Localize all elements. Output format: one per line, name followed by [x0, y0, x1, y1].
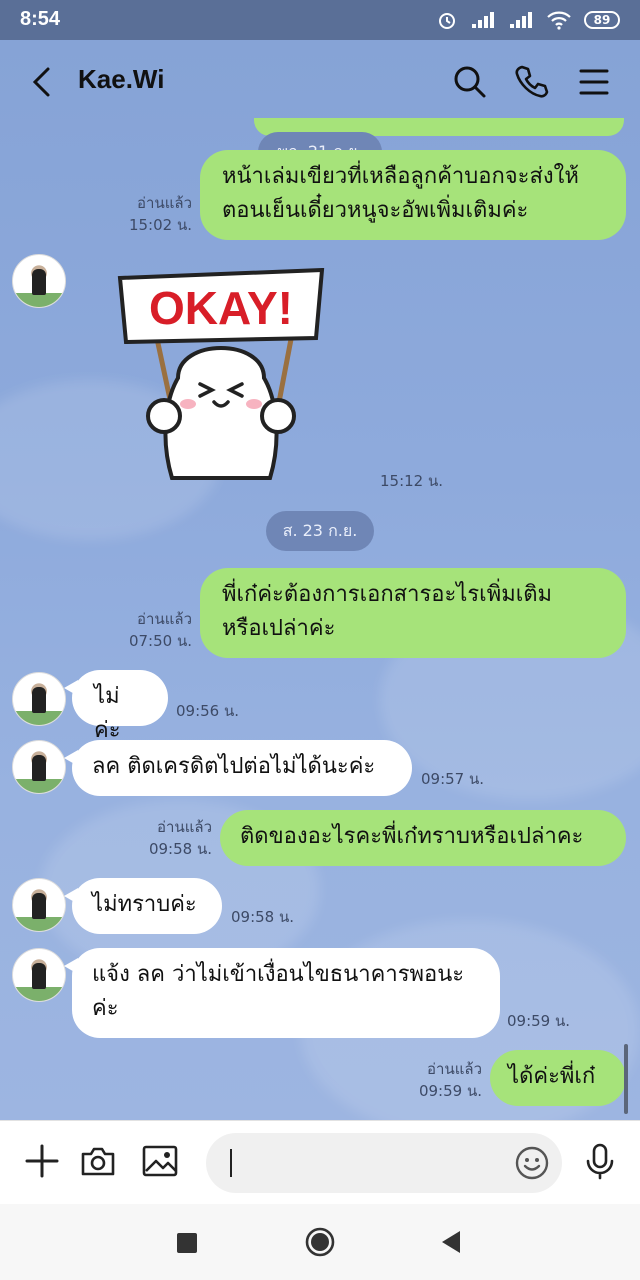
- message-line: หน้าเล่มเขียวที่เหลือลูกค้าบอกจะส่งให้: [222, 164, 579, 189]
- message-time: 09:57 น.: [421, 770, 485, 788]
- back-icon[interactable]: [30, 66, 54, 98]
- message-text: ไม่ค่ะ: [94, 684, 121, 743]
- avatar[interactable]: [12, 672, 66, 726]
- battery-indicator: 89: [584, 11, 620, 29]
- scrollbar[interactable]: [624, 1044, 628, 1114]
- wifi-icon: [547, 11, 571, 30]
- message-text: ได้ค่ะพี่เก๋: [508, 1064, 596, 1089]
- back-nav-icon[interactable]: [440, 1230, 462, 1254]
- message-bubble-sent[interactable]: หน้าเล่มเขียวที่เหลือลูกค้าบอกจะส่งให้ ต…: [200, 150, 626, 240]
- date-divider: ส. 23 ก.ย.: [266, 511, 374, 551]
- status-time: 8:54: [20, 8, 61, 30]
- message-meta: อ่านแล้ว 15:02 น.: [100, 192, 192, 236]
- image-icon[interactable]: [140, 1141, 180, 1181]
- message-bubble-sent[interactable]: ได้ค่ะพี่เก๋: [490, 1050, 626, 1106]
- message-line: ค่ะ: [92, 996, 119, 1021]
- message-time: 15:12 น.: [380, 472, 444, 490]
- message-time: 09:58 น.: [148, 840, 212, 858]
- message-time: 09:59 น.: [418, 1082, 482, 1100]
- navigation-bar: [0, 1204, 640, 1280]
- message-meta: อ่านแล้ว 09:59 น.: [390, 1058, 482, 1102]
- message-time: 07:50 น.: [128, 632, 192, 650]
- message-meta: อ่านแล้ว 07:50 น.: [100, 608, 192, 652]
- status-icons: 89: [436, 8, 620, 32]
- camera-icon[interactable]: [78, 1141, 118, 1181]
- message-time: 15:02 น.: [128, 216, 192, 234]
- message-bubble-sent[interactable]: พี่เก๋ค่ะต้องการเอกสารอะไรเพิ่มเติม หรือ…: [200, 568, 626, 658]
- message-bubble-received[interactable]: ลค ติดเครดิตไปต่อไม่ได้นะค่ะ: [64, 740, 412, 796]
- read-receipt: อ่านแล้ว: [137, 610, 192, 628]
- message-time: 09:59 น.: [507, 1012, 571, 1030]
- avatar[interactable]: [12, 254, 66, 308]
- message-meta: อ่านแล้ว 09:58 น.: [120, 816, 212, 860]
- message-text: ลค ติดเครดิตไปต่อไม่ได้นะค่ะ: [92, 754, 376, 779]
- chat-header: Kae.Wi: [0, 40, 640, 128]
- phone-icon[interactable]: [512, 62, 552, 102]
- read-receipt: อ่านแล้ว: [157, 818, 212, 836]
- message-time: 09:58 น.: [231, 908, 295, 926]
- sticker-text: OKAY!: [149, 282, 293, 334]
- message-time: 09:56 น.: [176, 702, 240, 720]
- message-input-bar: [0, 1120, 640, 1205]
- avatar[interactable]: [12, 740, 66, 794]
- text-cursor: [230, 1149, 232, 1177]
- menu-icon[interactable]: [574, 62, 614, 102]
- message-text: ติดของอะไรคะพี่เก๋ทราบหรือเปล่าคะ: [240, 824, 584, 849]
- signal-icon: [510, 12, 532, 28]
- search-icon[interactable]: [450, 62, 490, 102]
- read-receipt: อ่านแล้ว: [137, 194, 192, 212]
- message-text: ไม่ทราบค่ะ: [92, 892, 197, 917]
- chat-title[interactable]: Kae.Wi: [78, 64, 164, 95]
- emoji-icon[interactable]: [514, 1145, 550, 1181]
- message-line: พี่เก๋ค่ะต้องการเอกสารอะไรเพิ่มเติม: [222, 582, 552, 607]
- okay-sticker[interactable]: OKAY!: [116, 268, 326, 490]
- signal-icon: [472, 12, 494, 28]
- message-line: ตอนเย็นเดี๋ยวหนูจะอัพเพิ่มเติมค่ะ: [222, 198, 529, 223]
- message-line: หรือเปล่าค่ะ: [222, 616, 336, 641]
- recents-icon[interactable]: [176, 1232, 198, 1254]
- message-line: แจ้ง ลค ว่าไม่เข้าเงื่อนไขธนาคารพอนะ: [92, 962, 465, 987]
- alarm-icon: [439, 13, 455, 29]
- plus-icon[interactable]: [22, 1141, 62, 1181]
- mic-icon[interactable]: [580, 1141, 620, 1181]
- read-receipt: อ่านแล้ว: [427, 1060, 482, 1078]
- message-bubble-received[interactable]: ไม่ทราบค่ะ: [64, 878, 222, 934]
- message-bubble-sent[interactable]: ติดของอะไรคะพี่เก๋ทราบหรือเปล่าคะ: [220, 810, 626, 866]
- message-bubble-received[interactable]: แจ้ง ลค ว่าไม่เข้าเงื่อนไขธนาคารพอนะ ค่ะ: [64, 948, 500, 1038]
- message-input[interactable]: [206, 1133, 562, 1193]
- home-icon[interactable]: [304, 1226, 336, 1258]
- message-bubble-received[interactable]: ไม่ค่ะ: [64, 670, 168, 743]
- avatar[interactable]: [12, 948, 66, 1002]
- status-bar: 8:54 89: [0, 0, 640, 40]
- avatar[interactable]: [12, 878, 66, 932]
